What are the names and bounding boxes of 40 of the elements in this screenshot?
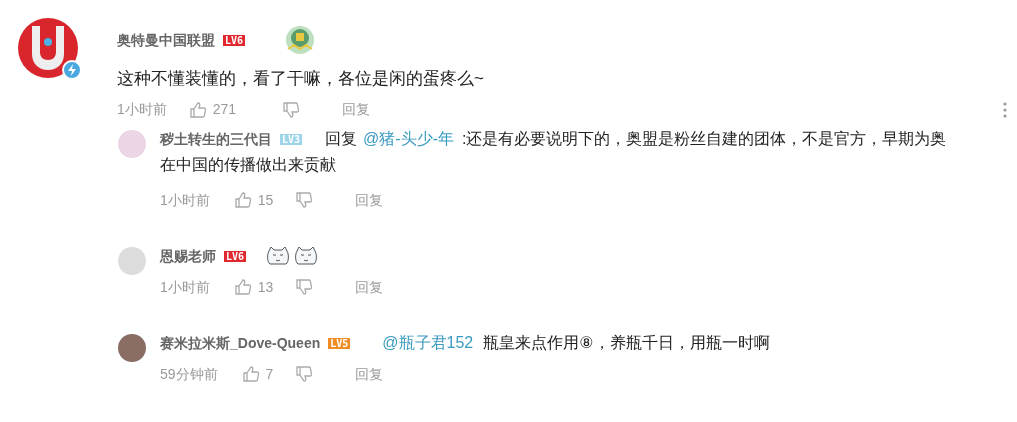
thumbs-up-icon[interactable] xyxy=(233,278,252,296)
logo-avatar xyxy=(18,18,78,78)
thumbs-down-icon[interactable] xyxy=(295,191,314,209)
comment-text: 这种不懂装懂的，看了干嘛，各位是闲的蛋疼么~ xyxy=(117,68,485,90)
reply-prefix: 回复 xyxy=(325,129,358,147)
level-badge: LV5 xyxy=(328,337,351,349)
like-count: 7 xyxy=(265,364,274,384)
time-text: 1小时前 xyxy=(160,277,210,297)
reply-text: 瓶皇来点作用⑧，养瓶千日，用瓶一时啊 xyxy=(483,333,770,351)
thumbs-up-icon[interactable] xyxy=(188,100,207,119)
thumbs-down-icon[interactable] xyxy=(282,100,301,119)
thumbs-down-icon[interactable] xyxy=(295,278,314,296)
level-badge: LV6 xyxy=(223,34,246,46)
time-text: 59分钟前 xyxy=(160,364,218,384)
emoji-icon xyxy=(294,245,319,268)
level-badge: LV3 xyxy=(280,133,303,145)
user-avatar[interactable] xyxy=(118,333,146,362)
thumbs-down-icon[interactable] xyxy=(295,365,314,383)
author-name[interactable]: 恩赐老师 xyxy=(160,247,216,264)
thumbs-up-icon[interactable] xyxy=(241,365,260,383)
reply-text: :还是有必要说明下的，奥盟是粉丝自建的团体，不是官方，早期为奥 xyxy=(461,129,947,147)
reply-link[interactable]: 回复 xyxy=(342,99,371,120)
reply-link[interactable]: 回复 xyxy=(355,363,384,385)
thumbs-up-icon[interactable] xyxy=(233,191,252,209)
mention-link[interactable]: @瓶子君152 xyxy=(382,333,474,351)
reply-link[interactable]: 回复 xyxy=(355,276,384,298)
mention-link[interactable]: @猪-头少-年 xyxy=(363,129,454,147)
level-badge: LV6 xyxy=(224,250,247,262)
emoji-icon xyxy=(266,245,291,268)
reply-link[interactable]: 回复 xyxy=(355,189,384,211)
author-name[interactable]: 奥特曼中国联盟 xyxy=(117,29,215,51)
like-count: 13 xyxy=(257,277,274,297)
author-name[interactable]: 赛米拉米斯_Dove-Queen xyxy=(160,334,321,351)
reply-text: 在中国的传播做出来贡献 xyxy=(160,154,336,175)
verified-icon xyxy=(62,60,82,80)
time-text: 1小时前 xyxy=(160,190,210,210)
like-count: 15 xyxy=(257,190,274,210)
author-name[interactable]: 秽土转生的三代目 xyxy=(160,130,272,147)
time-text: 1小时前 xyxy=(117,100,167,119)
like-count: 271 xyxy=(212,100,237,119)
